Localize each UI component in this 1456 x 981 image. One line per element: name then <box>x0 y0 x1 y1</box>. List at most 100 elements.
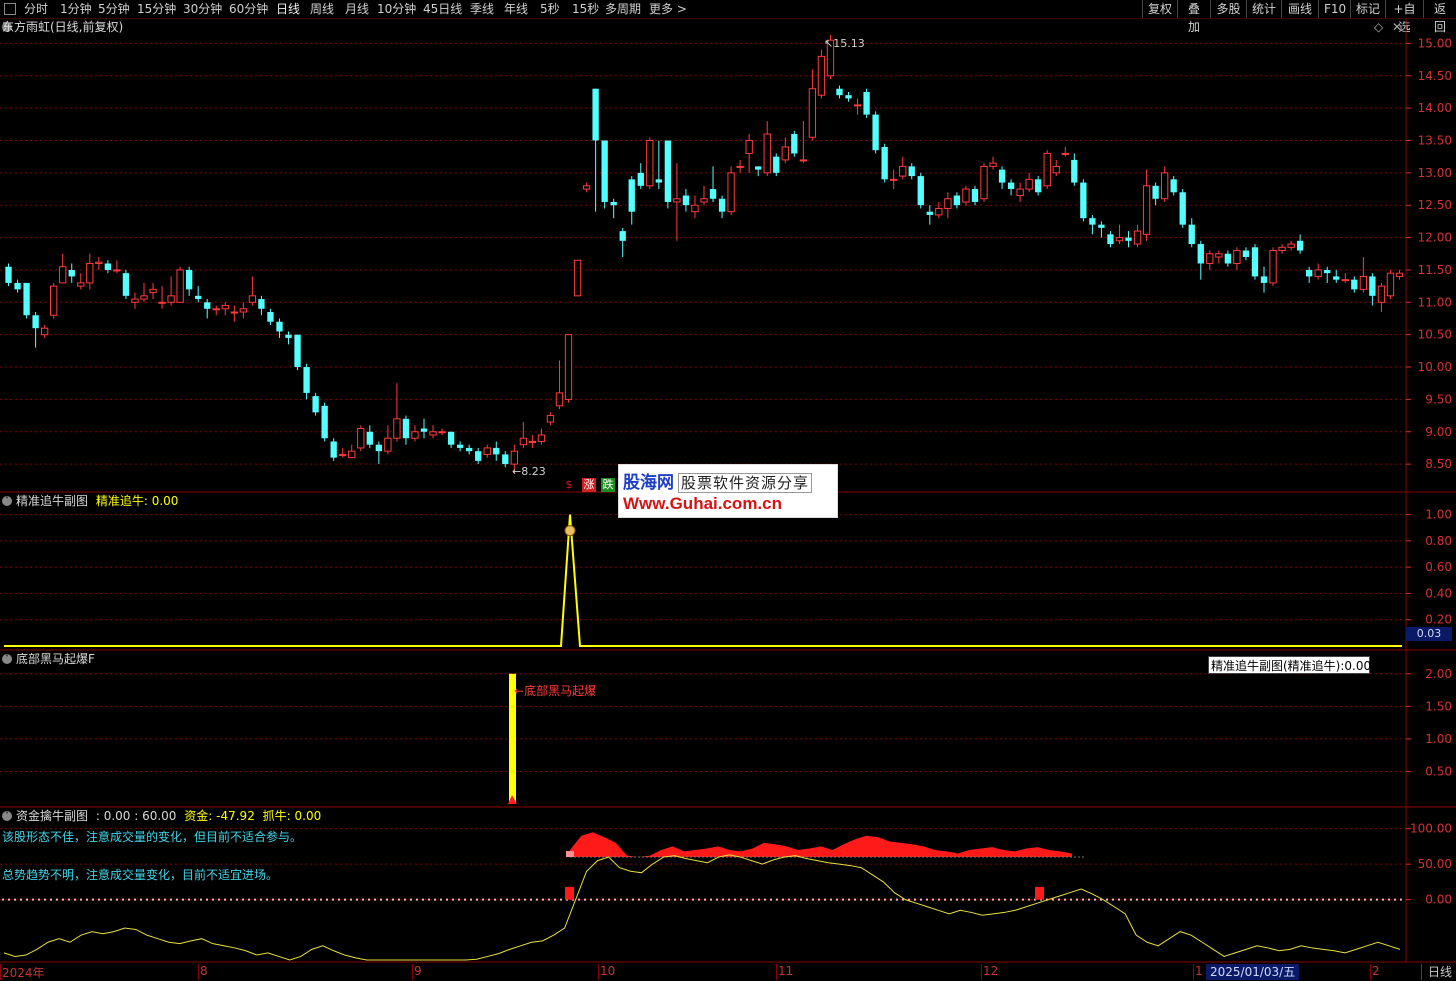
candle-body <box>980 165 988 200</box>
candle-body <box>1251 247 1259 277</box>
candle-body <box>321 405 328 439</box>
pane3-toggle-icon[interactable]: ˅ <box>2 654 12 664</box>
candle-body <box>944 198 952 209</box>
candle-body <box>50 285 58 316</box>
candle-body <box>1142 185 1151 235</box>
date-tick <box>981 964 982 980</box>
watermark-slogan: 股票软件资源分享 <box>678 473 813 493</box>
p4-y-label-1: 50.00 <box>1418 857 1452 871</box>
pane4-values: : 0.00 : 60.00 <box>95 809 177 823</box>
candle-body <box>1386 272 1395 297</box>
candle-body <box>1133 230 1142 245</box>
pane4-note-1: 该股形态不佳，注意成交量的变化，但目前不适合参与。 <box>2 830 303 844</box>
main-y-label-0: 8.50 <box>1425 457 1452 471</box>
candle-body <box>1170 179 1177 193</box>
candle-body <box>573 259 582 297</box>
p3-y-label-1: 1.00 <box>1425 732 1452 746</box>
candle-body <box>1369 276 1376 296</box>
date-tick <box>776 964 777 980</box>
candle-body <box>158 301 166 304</box>
candle-body <box>962 188 970 203</box>
candle-body <box>727 172 735 213</box>
candle-body <box>971 189 979 202</box>
candle-body <box>637 172 644 186</box>
date-label-3: 10 <box>600 964 616 978</box>
candle-body <box>1197 244 1204 264</box>
candle-body <box>664 140 672 202</box>
candle-body <box>438 431 446 434</box>
p3-y-label-0: 0.50 <box>1425 764 1452 778</box>
candle-body <box>628 179 635 212</box>
candle-body <box>1296 240 1304 251</box>
candle-body <box>348 450 356 459</box>
candle-body <box>510 450 518 465</box>
p2-y-label-4: 1.00 <box>1425 508 1452 522</box>
candle-body <box>682 195 690 206</box>
candle-body <box>1260 276 1268 283</box>
candle-body <box>709 189 717 199</box>
candle-body <box>773 156 780 173</box>
pane4-fund-label: 资金: -47.92 <box>184 809 255 823</box>
candle-body <box>1242 250 1250 257</box>
candle-body <box>59 266 67 284</box>
candle-body <box>1395 272 1404 277</box>
date-tick <box>1370 964 1371 980</box>
pane3-title: 底部黑马起爆F <box>16 652 95 666</box>
date-label-7: 2 <box>1372 964 1380 978</box>
high-price-value: 15.13 <box>833 37 865 50</box>
close-icon[interactable]: ✕ <box>1392 20 1402 34</box>
candle-body <box>393 418 401 439</box>
candle-body <box>1287 243 1295 248</box>
candle-body <box>799 159 808 162</box>
candle-body <box>1333 276 1340 280</box>
main-y-label-8: 12.50 <box>1418 198 1452 212</box>
candle-body <box>853 104 862 107</box>
candle-body <box>1215 253 1223 258</box>
candle-body <box>899 165 907 177</box>
pane4-title: 资金擒牛副图 : 0.00 : 60.00 资金: -47.92 抓牛: 0.0… <box>16 808 321 824</box>
candle-body <box>1233 250 1241 264</box>
pane4-note-2: 总势趋势不明，注意成交量变化，目前不适宜进场。 <box>2 868 279 882</box>
period-label[interactable]: 日线 <box>1420 964 1452 980</box>
main-y-label-9: 13.00 <box>1418 166 1452 180</box>
candle-body <box>836 88 843 96</box>
candle-body <box>791 134 798 154</box>
candle-body <box>845 95 852 99</box>
candle-body <box>953 195 961 206</box>
candle-body <box>77 282 85 287</box>
candle-body <box>122 273 130 296</box>
candle-body <box>917 176 924 206</box>
candle-body <box>655 179 662 183</box>
candle-body <box>339 453 347 456</box>
diamond-icon[interactable]: ◇ <box>1374 20 1383 34</box>
pane4-toggle-icon[interactable]: ˅ <box>2 811 12 821</box>
candle-body <box>537 434 546 442</box>
candle-body <box>502 454 509 465</box>
p4-signal-bar-0 <box>565 886 574 900</box>
candle-body <box>248 295 257 303</box>
pane4-title-text: 资金擒牛副图 <box>16 809 89 823</box>
candle-body <box>186 269 193 290</box>
candle-body <box>1098 224 1105 228</box>
candle-body <box>1089 218 1096 225</box>
candle-body <box>466 447 473 452</box>
pane2-title-text: 精准追牛副图 <box>16 494 89 508</box>
candle-body <box>366 431 373 445</box>
pane4-catch-label: 抓牛: 0.00 <box>262 809 322 823</box>
pane2-toggle-icon[interactable]: ˅ <box>2 496 12 506</box>
low-price-value: 8.23 <box>521 465 546 478</box>
p2-y-label-1: 0.40 <box>1425 586 1452 600</box>
candle-body <box>14 282 21 290</box>
main-y-label-12: 14.50 <box>1418 69 1452 83</box>
p3-y-label-3: 2.00 <box>1425 667 1452 681</box>
candle-body <box>700 198 708 203</box>
candle-body <box>745 140 753 154</box>
candle-body <box>1071 159 1078 183</box>
candle-body <box>1314 269 1322 277</box>
watermark-logo: 股海网 股票软件资源分享 Www.Guhai.com.cn <box>618 464 838 518</box>
candle-body <box>1306 269 1313 277</box>
date-label-2: 9 <box>414 964 422 978</box>
main-y-label-3: 10.00 <box>1418 360 1452 374</box>
date-label-5: 12 <box>983 964 999 978</box>
candle-body <box>601 140 608 202</box>
